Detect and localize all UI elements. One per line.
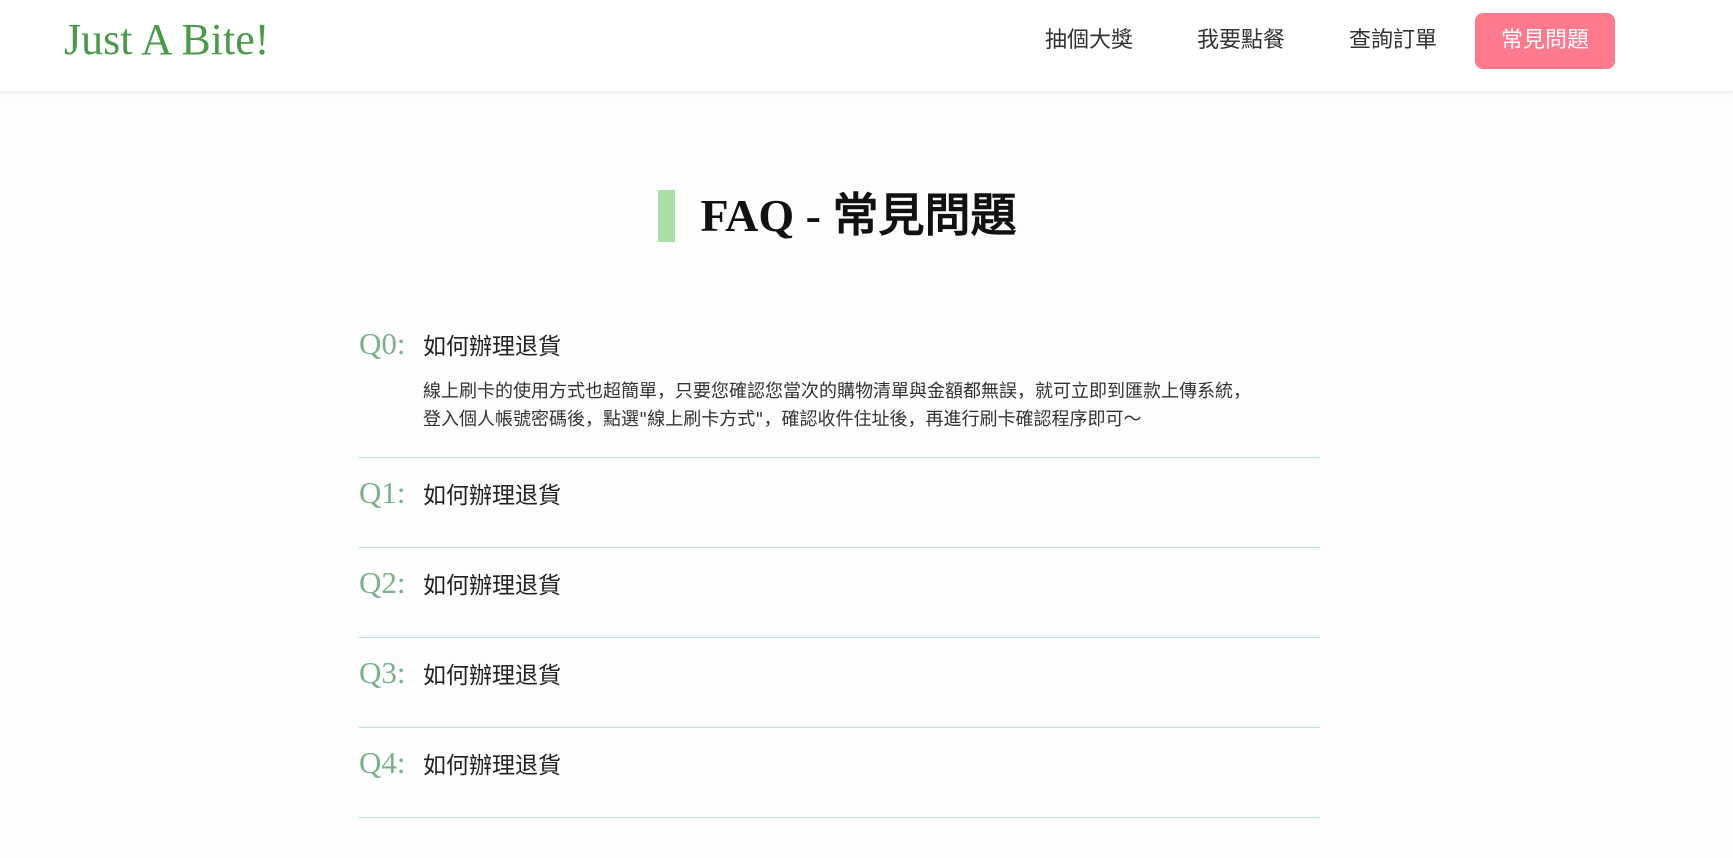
faq-item[interactable]: Q2: 如何辦理退貨 [359,548,1320,638]
faq-question[interactable]: 如何辦理退貨 [423,564,561,608]
faq-item[interactable]: Q0: 如何辦理退貨 線上刷卡的使用方式也超簡單，只要您確認您當次的購物清單與金… [359,314,1320,458]
nav-item-order[interactable]: 我要點餐 [1165,13,1317,69]
main-nav: 抽個大獎 我要點餐 查詢訂單 常見問題 [1013,13,1615,69]
nav-item-faq[interactable]: 常見問題 [1474,13,1615,69]
faq-question-number: Q1: [359,475,406,510]
nav-item-check-order[interactable]: 查詢訂單 [1317,13,1469,69]
faq-item[interactable]: Q1: 如何辦理退貨 [359,458,1320,548]
faq-item[interactable]: Q3: 如何辦理退貨 [359,638,1320,728]
faq-question-number: Q4: [359,745,406,780]
faq-item[interactable]: Q4: 如何辦理退貨 [359,728,1320,818]
faq-list: Q0: 如何辦理退貨 線上刷卡的使用方式也超簡單，只要您確認您當次的購物清單與金… [359,314,1320,818]
faq-question[interactable]: 如何辦理退貨 [423,654,561,698]
top-navbar: Just A Bite! 抽個大獎 我要點餐 查詢訂單 常見問題 [0,0,1733,91]
faq-answer: 線上刷卡的使用方式也超簡單，只要您確認您當次的購物清單與金額都無誤，就可立即到匯… [423,381,1251,430]
faq-question[interactable]: 如何辦理退貨 [423,744,561,788]
nav-item-lottery[interactable]: 抽個大獎 [1013,13,1165,69]
faq-question-number: Q2: [359,565,406,600]
faq-question[interactable]: 如何辦理退貨 [423,474,561,518]
heading-accent-bar [658,190,676,242]
page-heading: FAQ - 常見問題 [0,190,1733,244]
faq-question-number: Q0: [359,326,406,361]
faq-question-number: Q3: [359,655,406,690]
faq-question[interactable]: 如何辦理退貨 [423,325,561,369]
page-title: FAQ - 常見問題 [700,190,1017,241]
site-logo[interactable]: Just A Bite! [64,12,269,68]
